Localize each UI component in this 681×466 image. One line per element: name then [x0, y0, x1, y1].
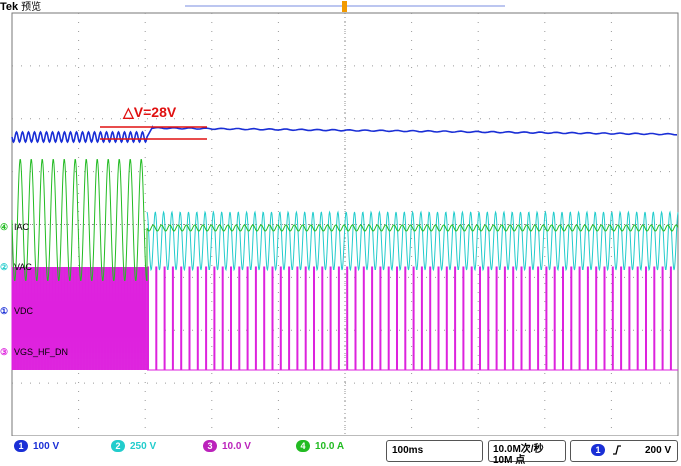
- ch1-ground-marker[interactable]: ①: [0, 305, 8, 317]
- ch3-trace-pulses: [147, 266, 679, 371]
- trigger-source-badge: 1: [591, 444, 605, 456]
- ch3-badge: 3: [203, 440, 217, 452]
- ch2-trace: [146, 210, 679, 272]
- ch2-label: VAC: [14, 262, 32, 272]
- ch4-label: IAC: [14, 222, 30, 232]
- timebase-value: 100ms: [392, 445, 424, 456]
- ch4-scale[interactable]: 4 10.0 A: [296, 440, 344, 452]
- record-length: 10M 点: [493, 455, 526, 466]
- ch4-badge: 4: [296, 440, 310, 452]
- trigger-level: 200 V: [645, 445, 672, 456]
- ch2-scale-value: 250 V: [130, 440, 157, 452]
- brand-logo: Tek: [0, 1, 19, 13]
- ch4-ground-marker[interactable]: ④: [0, 221, 8, 233]
- delta-v-annotation: △V=28V: [123, 104, 177, 120]
- ch3-ground-marker[interactable]: ③: [0, 346, 8, 358]
- acquisition-box[interactable]: 10.0M次/秒 10M 点: [488, 440, 566, 466]
- ch4-scale-value: 10.0 A: [315, 440, 345, 452]
- trigger-position-marker: [342, 1, 347, 12]
- ch2-ground-marker[interactable]: ②: [0, 261, 8, 273]
- ch1-scale[interactable]: 1 100 V: [14, 440, 59, 452]
- ch1-badge: 1: [14, 440, 28, 452]
- ch2-scale[interactable]: 2 250 V: [111, 440, 156, 452]
- rising-edge-icon: [613, 445, 621, 455]
- ch1-label: VDC: [14, 306, 34, 316]
- status-bar: 1 100 V 2 250 V 3 10.0 V 4 10.0 A 100ms …: [0, 436, 681, 466]
- ch3-scale-value: 10.0 V: [222, 440, 251, 452]
- timebase-box[interactable]: 100ms: [386, 440, 483, 462]
- trigger-box[interactable]: 1 200 V: [570, 440, 678, 462]
- ch3-label: VGS_HF_DN: [14, 347, 69, 357]
- scope-header: Tek 预览: [0, 0, 41, 14]
- oscilloscope-screen: Tek 预览 △V=28V ④ IAC ② VAC ① VDC ③ VGS_HF_…: [0, 0, 681, 466]
- waveform-display: [11, 1, 679, 436]
- ch3-scale[interactable]: 3 10.0 V: [203, 440, 251, 452]
- acquisition-mode: 预览: [21, 2, 42, 13]
- ch2-badge: 2: [111, 440, 125, 452]
- ch1-scale-value: 100 V: [33, 440, 60, 452]
